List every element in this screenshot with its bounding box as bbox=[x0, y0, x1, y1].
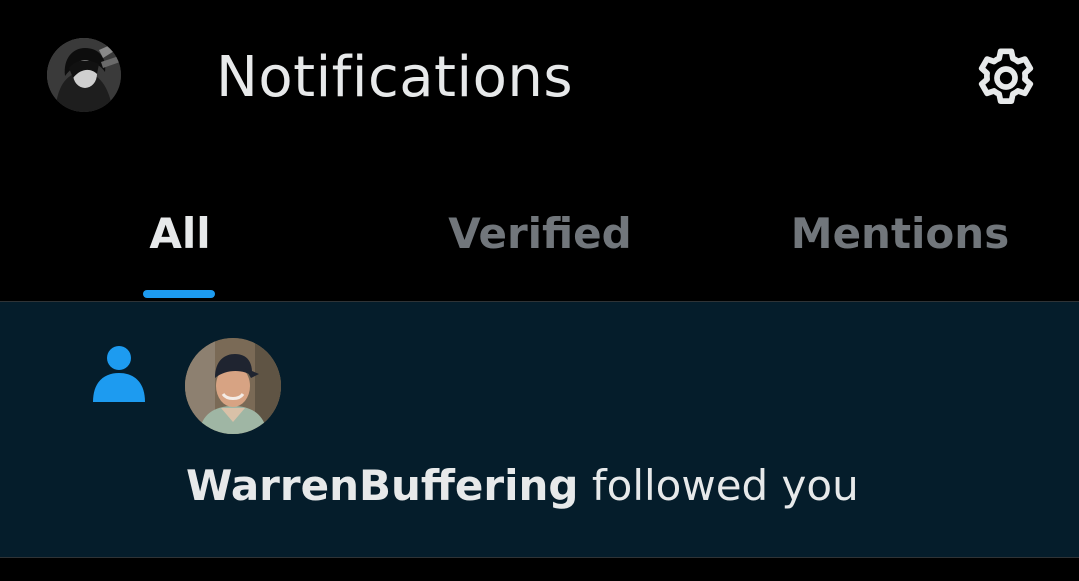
notification-divider bbox=[0, 557, 1079, 558]
notification-action: followed you bbox=[578, 461, 859, 510]
profile-avatar[interactable] bbox=[47, 38, 121, 112]
tab-mentions[interactable]: Mentions bbox=[770, 190, 1030, 301]
notification-item[interactable]: WarrenBuffering followed you bbox=[0, 302, 1079, 557]
notifications-screen: Notifications All Verified Mentions Warr… bbox=[0, 0, 1079, 581]
profile-avatar-image bbox=[47, 38, 121, 112]
gear-icon bbox=[978, 48, 1034, 104]
notification-username[interactable]: WarrenBuffering bbox=[186, 461, 578, 510]
tab-verified[interactable]: Verified bbox=[400, 190, 680, 301]
tab-all[interactable]: All bbox=[100, 190, 260, 301]
follower-avatar[interactable] bbox=[185, 338, 281, 434]
notification-text: WarrenBuffering followed you bbox=[186, 458, 859, 514]
active-tab-indicator bbox=[143, 290, 215, 298]
page-title: Notifications bbox=[216, 45, 573, 110]
header: Notifications bbox=[0, 0, 1079, 150]
settings-button[interactable] bbox=[970, 42, 1042, 114]
tab-bar: All Verified Mentions bbox=[0, 190, 1079, 301]
follower-avatar-image bbox=[185, 338, 281, 434]
person-icon bbox=[88, 342, 150, 404]
